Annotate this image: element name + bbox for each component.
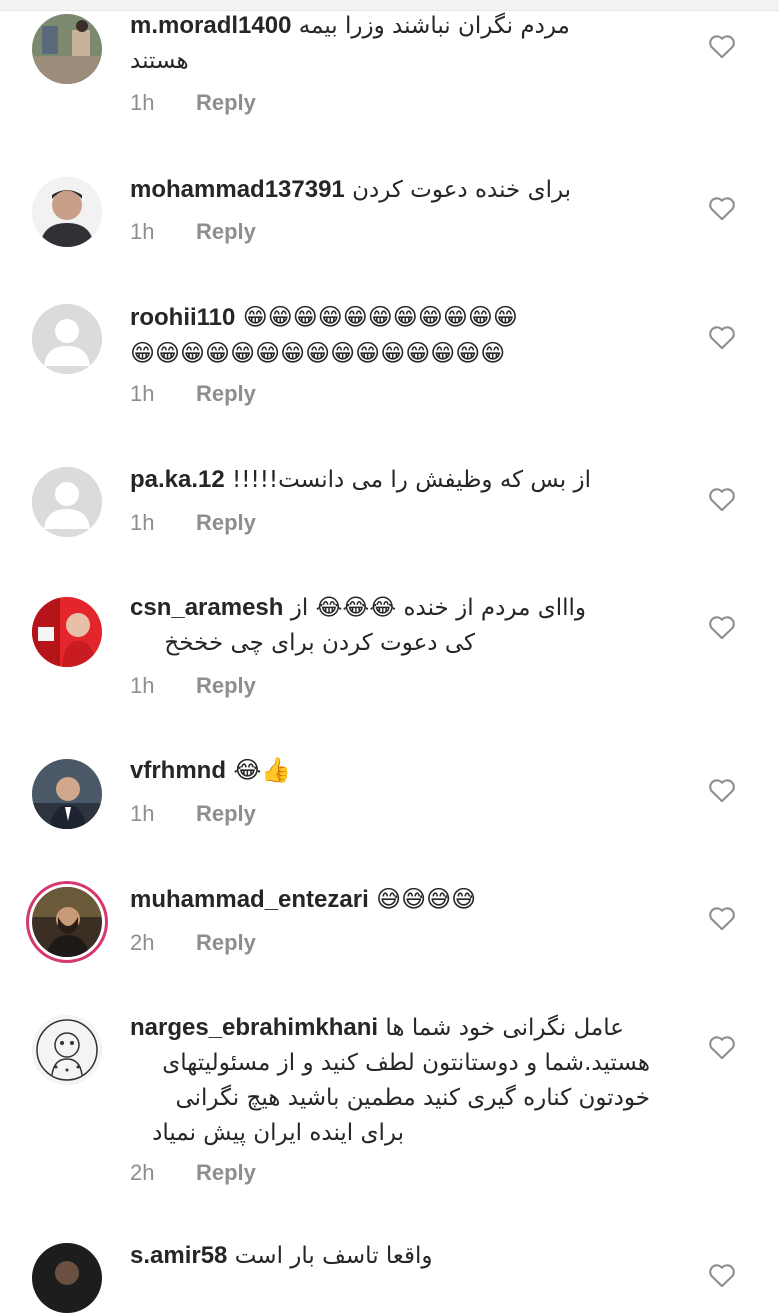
reply-button[interactable]: Reply	[196, 1160, 256, 1185]
heart-outline-icon[interactable]	[708, 905, 736, 931]
comment-time: 1h	[130, 673, 155, 698]
heart-outline-icon[interactable]	[708, 614, 736, 640]
reply-button[interactable]: Reply	[196, 673, 256, 698]
reply-button[interactable]: Reply	[196, 381, 256, 406]
comment-text: عامل نگرانی خود شما ها	[385, 1015, 624, 1041]
reply-button[interactable]: Reply	[196, 219, 256, 244]
heart-outline-icon[interactable]	[708, 486, 736, 512]
comment-emoji: 😁😁😁😁😁😁😁😁😁😁😁😁😁😁😁	[130, 339, 506, 367]
comment-time: 2h	[130, 930, 155, 955]
comment-text: برای اینده ایران پیش نمیاد	[152, 1120, 404, 1146]
avatar[interactable]	[32, 759, 102, 829]
comment-text: هستند	[130, 48, 189, 74]
comment-text: واقعا تاسف بار است	[234, 1243, 433, 1269]
avatar[interactable]	[32, 467, 102, 537]
avatar-story-ring[interactable]	[32, 887, 102, 957]
reply-button[interactable]: Reply	[196, 90, 256, 115]
comment-username[interactable]: mohammad137391	[130, 176, 345, 203]
comment-username[interactable]: pa.ka.12	[130, 466, 225, 493]
comment-username[interactable]: muhammad_entezari	[130, 886, 369, 913]
comment-username[interactable]: roohii110	[130, 304, 235, 331]
comment-time: 1h	[130, 510, 155, 535]
heart-outline-icon[interactable]	[708, 777, 736, 803]
reply-button[interactable]: Reply	[196, 801, 256, 826]
comment-username[interactable]: narges_ebrahimkhani	[130, 1014, 378, 1041]
comment-username[interactable]: vfrhmnd	[130, 757, 226, 784]
heart-outline-icon[interactable]	[708, 195, 736, 221]
comment-text: کی دعوت کردن برای چی خخخخ	[164, 630, 475, 656]
comment-time: 1h	[130, 90, 155, 115]
comment-emoji: 😁😁😁😁😁😁😁😁😁😁😁	[242, 303, 518, 331]
heart-outline-icon[interactable]	[708, 324, 736, 350]
reply-button[interactable]: Reply	[196, 930, 256, 955]
heart-outline-icon[interactable]	[708, 33, 736, 59]
reply-button[interactable]: Reply	[196, 510, 256, 535]
avatar[interactable]	[32, 14, 102, 84]
comment-time: 1h	[130, 381, 155, 406]
comment-username[interactable]: csn_aramesh	[130, 594, 283, 621]
comment-emoji: 😅😅😅😅	[376, 885, 477, 913]
comment-text: !!!!!از بس که وظیفش را می دانست	[232, 467, 591, 493]
comment-time: 2h	[130, 1160, 155, 1185]
comment-time: 1h	[130, 219, 155, 244]
comment-username[interactable]: s.amir58	[130, 1242, 227, 1269]
avatar[interactable]	[32, 304, 102, 374]
comment-text: برای خنده دعوت کردن	[352, 177, 572, 203]
heart-outline-icon[interactable]	[708, 1034, 736, 1060]
avatar[interactable]	[32, 177, 102, 247]
avatar[interactable]	[32, 1243, 102, 1313]
comment-text: مردم نگران نباشند وزرا بیمه	[298, 13, 570, 39]
heart-outline-icon[interactable]	[708, 1262, 736, 1288]
avatar[interactable]	[32, 1015, 102, 1085]
comment-text: خودتون کناره گیری کنید مطمین باشید هیچ ن…	[175, 1085, 650, 1111]
comment-text: وااای مردم از خنده 😂😂😂 از	[290, 595, 586, 621]
comment-emoji: 😂👍	[233, 756, 292, 784]
comment-text: هستید.شما و دوستانتون لطف کنید و از مسئو…	[162, 1050, 650, 1076]
avatar[interactable]	[32, 597, 102, 667]
comment-username[interactable]: m.moradl1400	[130, 12, 291, 39]
comment-time: 1h	[130, 801, 155, 826]
